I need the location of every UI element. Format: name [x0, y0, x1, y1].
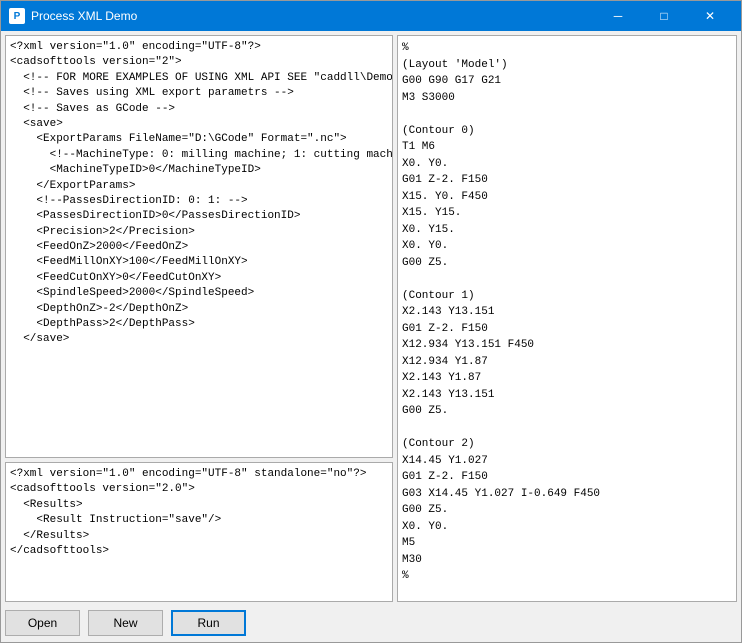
- left-panel: <?xml version="1.0" encoding="UTF-8"?> <…: [5, 35, 393, 602]
- new-button[interactable]: New: [88, 610, 163, 636]
- title-bar: P Process XML Demo ─ □ ✕: [1, 1, 741, 31]
- xml-result-area[interactable]: <?xml version="1.0" encoding="UTF-8" sta…: [5, 462, 393, 602]
- minimize-button[interactable]: ─: [595, 1, 641, 31]
- title-bar-buttons: ─ □ ✕: [595, 1, 733, 31]
- window-title: Process XML Demo: [31, 9, 595, 23]
- button-bar: Open New Run: [5, 606, 737, 638]
- main-window: P Process XML Demo ─ □ ✕ <?xml version="…: [0, 0, 742, 643]
- run-button[interactable]: Run: [171, 610, 246, 636]
- gcode-output-panel[interactable]: % (Layout 'Model') G00 G90 G17 G21 M3 S3…: [397, 35, 737, 602]
- close-button[interactable]: ✕: [687, 1, 733, 31]
- content-area: <?xml version="1.0" encoding="UTF-8"?> <…: [1, 31, 741, 642]
- open-button[interactable]: Open: [5, 610, 80, 636]
- maximize-button[interactable]: □: [641, 1, 687, 31]
- app-icon: P: [9, 8, 25, 24]
- xml-input-editor[interactable]: <?xml version="1.0" encoding="UTF-8"?> <…: [5, 35, 393, 458]
- main-panels: <?xml version="1.0" encoding="UTF-8"?> <…: [5, 35, 737, 602]
